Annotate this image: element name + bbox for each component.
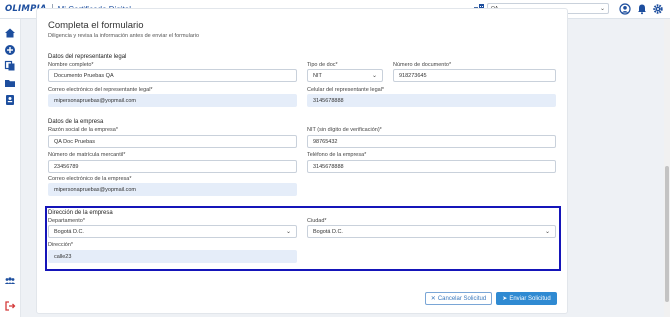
- send-request-label: Enviar Solicitud: [509, 296, 551, 302]
- address-label: Dirección*: [48, 242, 74, 248]
- folder-icon[interactable]: [4, 77, 16, 89]
- form-subtitle: Diligencia y revisa la información antes…: [48, 33, 200, 39]
- address-input[interactable]: calle23: [48, 250, 297, 263]
- doc-type-label: Tipo de doc*: [307, 62, 338, 68]
- city-select[interactable]: Bogotá D.C. ⌄: [307, 225, 556, 238]
- team-icon[interactable]: [4, 275, 16, 287]
- city-value: Bogotá D.C.: [313, 229, 343, 235]
- section-address: Dirección de la empresa: [48, 210, 113, 216]
- full-name-input[interactable]: Documento Pruebas QA: [48, 69, 297, 82]
- company-email-label: Correo electrónico de la empresa*: [48, 176, 132, 182]
- nit-label: NIT (sin dígito de verificación)*: [307, 127, 382, 133]
- form-card: Completa el formulario Diligencia y revi…: [36, 8, 568, 314]
- chevron-down-icon: ⌄: [371, 73, 377, 79]
- cancel-request-label: Cancelar Solicitud: [437, 296, 487, 302]
- company-email-input[interactable]: mipersonapruebas@yopmail.com: [48, 183, 297, 196]
- department-value: Bogotá D.C.: [54, 229, 84, 235]
- company-name-label: Razón social de la empresa*: [48, 127, 119, 133]
- scrollbar-thumb[interactable]: [665, 166, 669, 302]
- rep-phone-label: Celular del representante legal*: [307, 87, 385, 93]
- department-label: Departamento*: [48, 218, 85, 224]
- copy-documents-icon[interactable]: [4, 60, 16, 72]
- chevron-down-icon: ⌄: [599, 6, 605, 12]
- doc-type-value: NIT: [313, 73, 322, 79]
- id-card-icon[interactable]: [4, 94, 16, 106]
- registration-input[interactable]: 23456789: [48, 160, 297, 173]
- user-icon[interactable]: [619, 3, 631, 15]
- city-label: Ciudad*: [307, 218, 327, 224]
- logout-icon[interactable]: [4, 300, 16, 312]
- send-request-button[interactable]: ➤ Enviar Solicitud: [496, 292, 557, 305]
- chevron-down-icon: ⌄: [544, 229, 550, 235]
- full-name-label: Nombre completo*: [48, 62, 94, 68]
- gear-icon[interactable]: [652, 3, 664, 15]
- company-phone-input[interactable]: 3145678888: [307, 160, 556, 173]
- sidebar: [0, 19, 21, 317]
- close-icon: ✕: [430, 296, 436, 302]
- rep-email-input[interactable]: mipersonapruebas@yopmail.com: [48, 94, 297, 107]
- chevron-down-icon: ⌄: [285, 229, 291, 235]
- doc-number-input[interactable]: 918273645: [393, 69, 556, 82]
- department-select[interactable]: Bogotá D.C. ⌄: [48, 225, 297, 238]
- nit-input[interactable]: 98765432: [307, 135, 556, 148]
- form-title: Completa el formulario: [48, 20, 144, 31]
- home-icon[interactable]: [4, 27, 16, 39]
- doc-number-label: Número de documento*: [393, 62, 452, 68]
- rep-email-label: Correo electrónico del representante leg…: [48, 87, 153, 93]
- rep-phone-input[interactable]: 3145678888: [307, 94, 556, 107]
- doc-type-select[interactable]: NIT ⌄: [307, 69, 383, 82]
- cancel-request-button[interactable]: ✕ Cancelar Solicitud: [425, 292, 492, 305]
- bell-icon[interactable]: [636, 3, 648, 15]
- company-phone-label: Teléfono de la empresa*: [307, 152, 367, 158]
- section-legal-rep: Datos del representante legal: [48, 54, 127, 60]
- section-company: Datos de la empresa: [48, 119, 104, 125]
- send-icon: ➤: [502, 296, 508, 302]
- registration-label: Número de matrícula mercantil*: [48, 152, 126, 158]
- add-circle-icon[interactable]: [4, 44, 16, 56]
- company-name-input[interactable]: QA Doc Pruebas: [48, 135, 297, 148]
